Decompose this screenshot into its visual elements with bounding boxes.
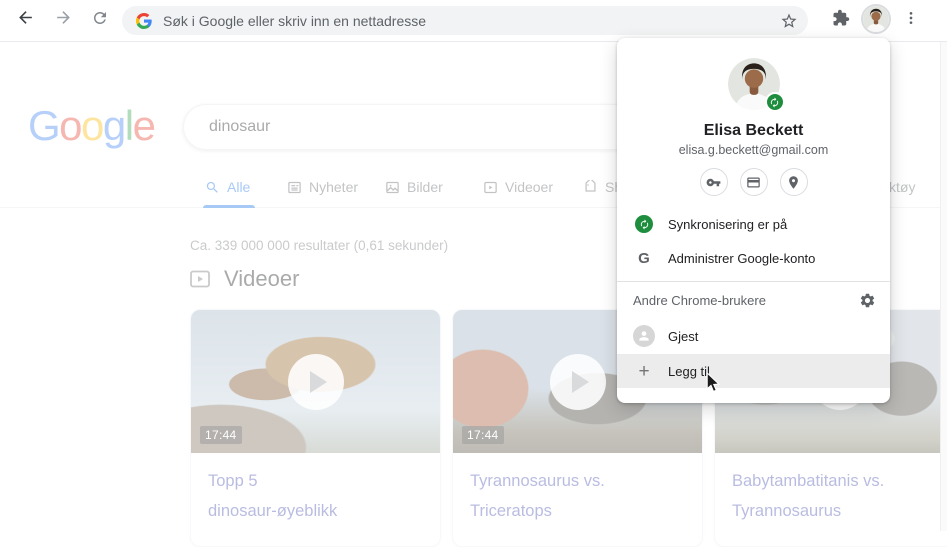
guest-profile-item[interactable]: Gjest [617,318,890,354]
avatar [863,6,889,32]
video-icon [483,180,498,195]
bookmark-star-button[interactable] [780,12,798,30]
manage-profiles-settings-button[interactable] [859,292,876,309]
sync-icon [635,215,653,233]
address-bar[interactable]: Søk i Google eller skriv inn en nettadre… [122,6,808,35]
google-logo[interactable]: Google [28,102,156,150]
plus-icon: + [638,360,650,382]
credit-card-icon [746,175,761,190]
sync-status-item[interactable]: Synkronisering er på [617,207,890,241]
google-g-icon [136,12,152,29]
search-icon [205,180,220,195]
tab-nyheter[interactable]: Nyheter [287,179,358,195]
video-thumbnail[interactable]: 17:44 [191,310,440,453]
google-g-gray-icon: G [638,249,650,267]
video-section-icon [188,267,212,291]
other-users-section: Andre Chrome-brukere [617,282,890,318]
play-button-icon[interactable] [287,353,344,410]
add-profile-item[interactable]: + Legg til [617,354,890,388]
video-title-link[interactable]: Topp 5 dinosaur-øyeblikk [191,453,440,526]
browser-menu-button[interactable] [898,7,924,33]
video-duration: 17:44 [462,426,504,444]
tag-icon [583,179,598,195]
forward-button[interactable] [50,7,76,33]
video-duration: 17:44 [200,426,242,444]
profile-avatar-button[interactable] [861,4,891,34]
person-silhouette-icon [633,325,655,347]
map-pin-icon [786,175,801,190]
video-title-link[interactable]: Babytambatitanis vs. Tyrannosaurus [715,453,947,526]
arrow-left-icon [16,8,35,32]
profile-shortcuts [617,168,890,196]
profile-email: elisa.g.beckett@gmail.com [678,143,829,157]
tab-videoer[interactable]: Videoer [483,179,553,195]
payment-methods-button[interactable] [739,168,768,196]
tab-bilder[interactable]: Bilder [385,179,443,195]
profile-avatar-large [727,58,785,112]
manage-google-account-item[interactable]: G Administrer Google-konto [617,241,890,275]
image-icon [385,180,400,195]
profile-menu-items: Synkronisering er på G Administrer Googl… [617,207,890,275]
address-bar-placeholder: Søk i Google eller skriv inn en nettadre… [163,12,427,29]
videos-heading: Videoer [188,266,299,292]
results-stats: Ca. 339 000 000 resultater (0,61 sekunde… [190,238,449,253]
passwords-button[interactable] [699,168,728,196]
tab-alle[interactable]: Alle [205,179,250,195]
back-button[interactable] [12,7,38,33]
page-scrollbar[interactable] [940,42,947,531]
video-title-link[interactable]: Tyrannosaurus vs. Triceratops [453,453,702,526]
sync-on-badge-icon [764,92,785,112]
three-dot-vertical-icon [903,10,919,31]
mouse-cursor-icon [704,371,722,398]
arrow-right-icon [54,8,73,32]
browser-toolbar: Søk i Google eller skriv inn en nettadre… [0,0,947,42]
refresh-icon [91,9,109,32]
profile-name: Elisa Beckett [703,122,804,139]
play-button-icon[interactable] [549,353,606,410]
active-tab-underline [203,205,255,208]
extensions-button[interactable] [828,7,854,33]
key-icon [706,175,721,190]
other-users-label: Andre Chrome-brukere [633,292,766,308]
gear-icon [860,293,875,307]
reload-button[interactable] [87,7,113,33]
puzzle-piece-icon [832,9,850,32]
addresses-button[interactable] [779,168,808,196]
news-icon [287,180,302,195]
video-card[interactable]: 17:44 Topp 5 dinosaur-øyeblikk [190,309,441,547]
profile-menu: Elisa Beckett elisa.g.beckett@gmail.com … [617,38,890,403]
search-query: dinosaur [209,118,271,135]
